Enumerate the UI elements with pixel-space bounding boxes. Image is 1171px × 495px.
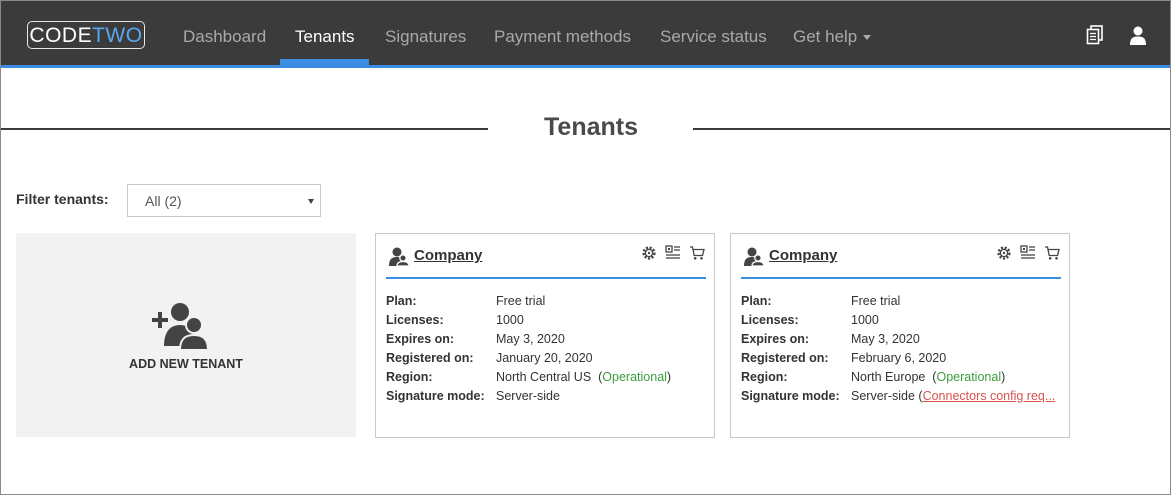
expires-value: May 3, 2020	[851, 332, 920, 346]
codetwo-logo[interactable]: CODE TWO	[27, 21, 145, 49]
top-navbar: CODE TWO Dashboard Tenants Signatures Pay…	[1, 1, 1170, 68]
connectors-config-link[interactable]: Connectors config req...	[923, 389, 1056, 403]
region-status: Operational	[602, 370, 667, 384]
nav-payment-methods[interactable]: Payment methods	[494, 1, 631, 65]
nav-service-status[interactable]: Service status	[660, 1, 767, 65]
card-header-divider	[386, 277, 706, 279]
signature-editor-icon[interactable]	[1020, 245, 1036, 261]
title-divider-right	[693, 128, 1170, 130]
title-divider-left	[1, 128, 488, 130]
dropdown-arrow-icon	[308, 199, 314, 204]
shopping-cart-icon[interactable]	[689, 245, 705, 261]
region-value: North Central US	[496, 370, 592, 384]
tenant-users-icon	[744, 247, 764, 266]
plan-value: Free trial	[851, 294, 901, 308]
nav-tenants[interactable]: Tenants	[295, 1, 355, 65]
tenant-card: Company Plan: Free trial Licenses: 1000 Ex…	[730, 233, 1070, 438]
nav-get-help[interactable]: Get help	[793, 1, 872, 65]
shopping-cart-icon[interactable]	[1044, 245, 1060, 261]
plan-value: Free trial	[496, 294, 546, 308]
registered-value: February 6, 2020	[851, 351, 947, 365]
nav-active-indicator	[280, 59, 369, 65]
expires-value: May 3, 2020	[496, 332, 565, 346]
nav-signatures[interactable]: Signatures	[385, 1, 466, 65]
signature-editor-icon[interactable]	[665, 245, 681, 261]
licenses-value: 1000	[496, 313, 524, 327]
region-status: Operational	[936, 370, 1002, 384]
nav-get-help-label: Get help	[793, 27, 858, 46]
nav-dashboard[interactable]: Dashboard	[183, 1, 266, 65]
signature-mode-value: Server-side	[496, 389, 560, 403]
page-title: Tenants	[544, 113, 638, 141]
caret-down-icon	[863, 35, 872, 41]
add-new-tenant-label: ADD NEW TENANT	[129, 357, 243, 371]
settings-gear-icon[interactable]	[996, 245, 1012, 261]
signature-mode-value: Server-side	[851, 389, 915, 403]
filter-selected-value: All (2)	[145, 193, 182, 209]
add-new-tenant-tile[interactable]: ADD NEW TENANT	[16, 233, 356, 437]
tenant-card: Company Plan: Free trial Licenses: 1000 Ex…	[375, 233, 715, 438]
filter-tenants-label: Filter tenants:	[16, 191, 109, 207]
user-account-icon[interactable]	[1129, 26, 1147, 45]
settings-gear-icon[interactable]	[641, 245, 657, 261]
region-value: North Europe	[851, 370, 926, 384]
tenant-company-link[interactable]: Company	[769, 247, 837, 264]
card-header-divider	[741, 277, 1061, 279]
filter-tenants-select[interactable]: All (2)	[127, 184, 321, 217]
registered-value: January 20, 2020	[496, 351, 593, 365]
tenant-users-icon	[389, 247, 409, 266]
documents-icon[interactable]	[1086, 25, 1104, 45]
tenant-company-link[interactable]: Company	[414, 247, 482, 264]
add-user-icon	[152, 303, 210, 350]
licenses-value: 1000	[851, 313, 879, 327]
